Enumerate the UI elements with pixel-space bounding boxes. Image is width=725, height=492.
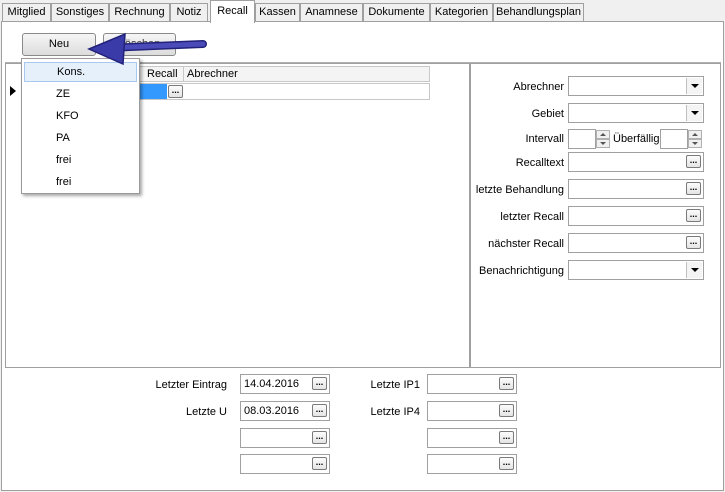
letzte-ip1-field[interactable]: ...	[427, 374, 517, 394]
recalltext-label: Recalltext	[515, 157, 564, 169]
letzte-u-ellipsis-button[interactable]: ...	[312, 404, 327, 417]
extra-field-4[interactable]: ...	[427, 454, 517, 474]
recalltext-ellipsis-button[interactable]: ...	[686, 155, 701, 168]
gebiet-select[interactable]	[568, 103, 704, 123]
letzte-behandlung-label: letzte Behandlung	[475, 184, 564, 196]
letzte-behandlung-field[interactable]: ...	[568, 179, 704, 199]
letzter-recall-field[interactable]: ...	[568, 206, 704, 226]
intervall-stepper[interactable]	[596, 130, 610, 148]
letzter-eintrag-ellipsis-button[interactable]: ...	[312, 377, 327, 390]
gebiet-label: Gebiet	[531, 108, 564, 120]
naechster-recall-ellipsis-button[interactable]: ...	[686, 236, 701, 249]
tab-mitglied[interactable]: Mitglied	[2, 3, 51, 22]
letzter-eintrag-label: Letzter Eintrag	[155, 379, 227, 391]
letzte-ip1-ellipsis-button[interactable]: ...	[499, 377, 514, 390]
tab-kassen[interactable]: Kassen	[255, 3, 300, 22]
spin-down-icon[interactable]	[688, 139, 702, 148]
menu-item-kfo[interactable]: KFO	[24, 106, 137, 126]
menu-item-ze[interactable]: ZE	[24, 84, 137, 104]
letzte-u-field[interactable]: 08.03.2016...	[240, 401, 330, 421]
ueberfaellig-label: Überfällig	[613, 133, 660, 145]
abrechner-select[interactable]	[568, 76, 704, 96]
recalltext-field[interactable]: ...	[568, 152, 704, 172]
letzte-u-label: Letzte U	[186, 406, 227, 418]
extra-field-2[interactable]: ...	[427, 428, 517, 448]
letzter-eintrag-field[interactable]: 14.04.2016...	[240, 374, 330, 394]
chevron-down-icon[interactable]	[686, 262, 702, 278]
extra-ellipsis-button[interactable]: ...	[499, 457, 514, 470]
tab-strip: Mitglied Sonstiges Rechnung Notiz Recall…	[0, 0, 725, 23]
extra-field-3[interactable]: ...	[240, 454, 330, 474]
extra-ellipsis-button[interactable]: ...	[499, 431, 514, 444]
spin-up-icon[interactable]	[596, 130, 610, 139]
letzte-u-value: 08.03.2016	[244, 405, 300, 417]
spin-up-icon[interactable]	[688, 130, 702, 139]
letzte-ip1-label: Letzte IP1	[370, 379, 420, 391]
new-dropdown-menu: Kons. ZE KFO PA frei frei	[21, 58, 140, 194]
extra-ellipsis-button[interactable]: ...	[312, 431, 327, 444]
tab-rechnung[interactable]: Rechnung	[109, 3, 170, 22]
tab-kategorien[interactable]: Kategorien	[430, 3, 493, 22]
row-ellipsis-button[interactable]: ...	[168, 85, 183, 98]
tab-recall[interactable]: Recall	[210, 0, 255, 23]
tab-sonstiges[interactable]: Sonstiges	[51, 3, 109, 22]
ueberfaellig-stepper[interactable]	[688, 130, 702, 148]
letzte-ip4-field[interactable]: ...	[427, 401, 517, 421]
spin-down-icon[interactable]	[596, 139, 610, 148]
letzte-ip4-ellipsis-button[interactable]: ...	[499, 404, 514, 417]
tab-anamnese[interactable]: Anamnese	[300, 3, 363, 22]
intervall-field[interactable]	[568, 129, 596, 149]
menu-item-frei-1[interactable]: frei	[24, 150, 137, 170]
menu-item-frei-2[interactable]: frei	[24, 172, 137, 192]
chevron-down-icon[interactable]	[686, 78, 702, 94]
tab-behandlungsplan[interactable]: Behandlungsplan	[493, 3, 584, 22]
abrechner-label: Abrechner	[513, 81, 564, 93]
extra-ellipsis-button[interactable]: ...	[312, 457, 327, 470]
row-indicator-icon	[7, 84, 19, 98]
arrow-icon	[87, 32, 207, 66]
letzter-recall-label: letzter Recall	[500, 211, 564, 223]
tab-notiz[interactable]: Notiz	[170, 3, 208, 22]
intervall-label: Intervall	[525, 133, 564, 145]
tab-dokumente[interactable]: Dokumente	[363, 3, 430, 22]
chevron-down-icon[interactable]	[686, 105, 702, 121]
benachrichtigung-select[interactable]	[568, 260, 704, 280]
menu-item-pa[interactable]: PA	[24, 128, 137, 148]
ueberfaellig-field[interactable]	[660, 129, 688, 149]
extra-field-1[interactable]: ...	[240, 428, 330, 448]
letzter-recall-ellipsis-button[interactable]: ...	[686, 209, 701, 222]
letzte-behandlung-ellipsis-button[interactable]: ...	[686, 182, 701, 195]
naechster-recall-field[interactable]: ...	[568, 233, 704, 253]
benachrichtigung-label: Benachrichtigung	[478, 265, 564, 277]
naechster-recall-label: nächster Recall	[488, 238, 564, 250]
letzte-ip4-label: Letzte IP4	[370, 406, 420, 418]
letzter-eintrag-value: 14.04.2016	[244, 378, 300, 390]
